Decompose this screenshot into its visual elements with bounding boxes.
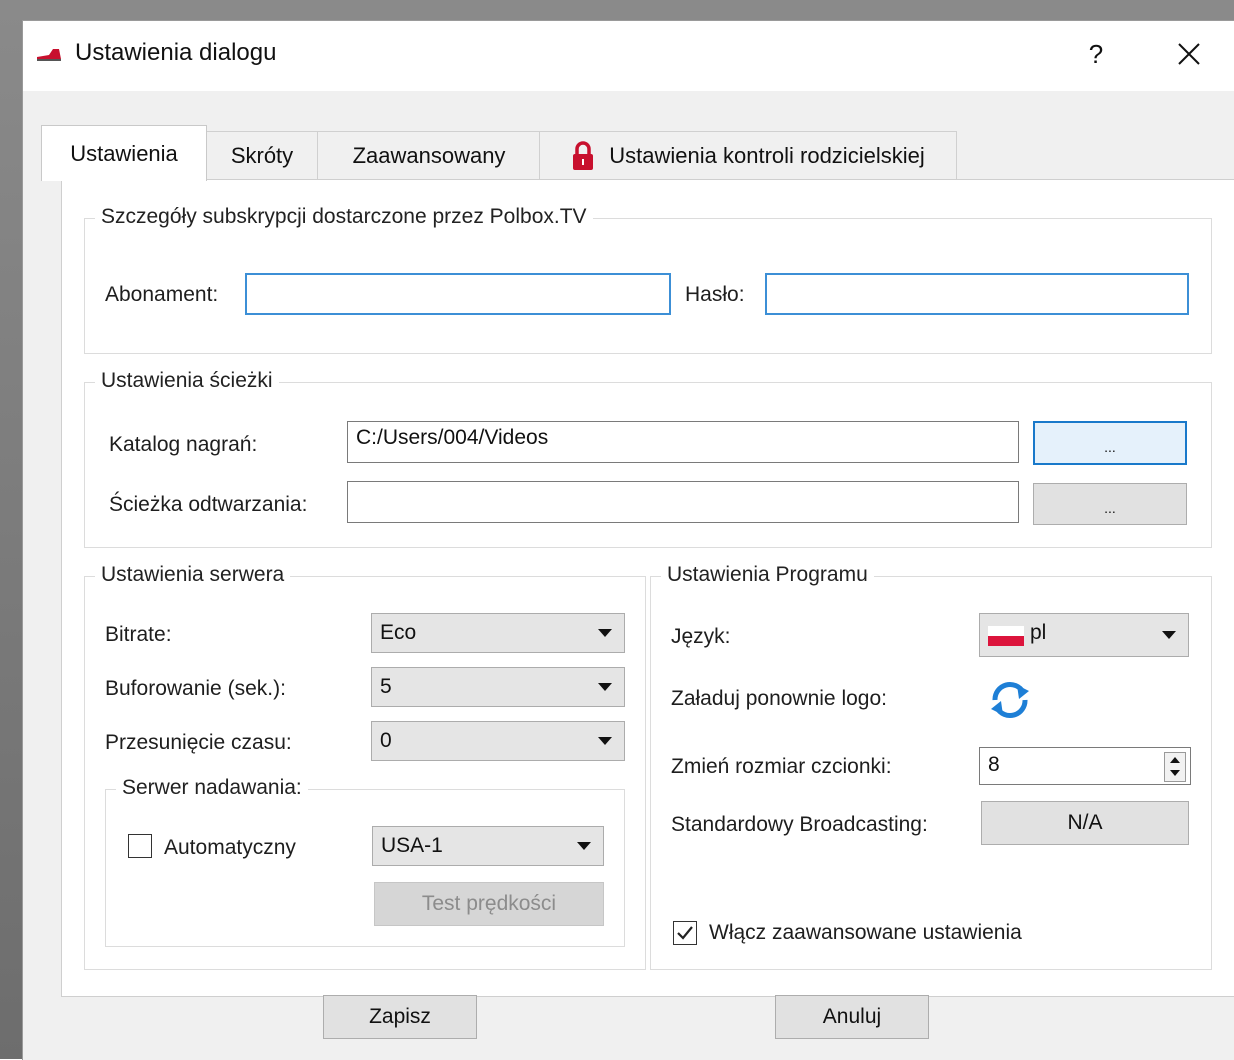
language-select[interactable]: pl [979,613,1189,657]
server-group-title: Ustawienia serwera [95,563,291,587]
bitrate-select[interactable]: Eco [371,613,625,653]
font-size-spinner[interactable] [1164,752,1186,782]
chevron-down-icon [598,683,612,691]
auto-server-label: Automatyczny [164,836,296,859]
tab-label: Zaawansowany [352,143,506,168]
tab-label: Skróty [230,143,294,168]
paths-group: Ustawienia ścieżki Katalog nagrań: C:/Us… [84,369,1212,548]
settings-dialog: Ustawienia dialogu ? Ustawienia Skróty Z… [22,20,1234,1060]
cancel-button[interactable]: Anuluj [775,995,929,1039]
broadcasting-button[interactable]: N/A [981,801,1189,845]
broadcasting-label: Standardowy Broadcasting: [671,813,928,836]
help-button[interactable]: ? [1071,31,1121,77]
buffer-value: 5 [380,675,392,698]
haslo-label: Hasło: [685,283,745,306]
font-size-input[interactable]: 8 [979,747,1191,785]
spin-up-icon[interactable] [1170,757,1180,763]
playback-browse-button[interactable]: ... [1033,483,1187,525]
reload-icon[interactable] [985,677,1035,723]
chevron-down-icon [598,737,612,745]
recordings-label: Katalog nagrań: [109,433,258,456]
recordings-path-input[interactable]: C:/Users/004/Videos [347,421,1019,463]
close-icon [1178,43,1200,65]
save-label: Zapisz [369,1005,431,1028]
subscription-group: Szczegóły subskrypcji dostarczone przez … [84,205,1212,354]
font-size-label: Zmień rozmiar czcionki: [671,755,892,778]
chevron-down-icon [577,842,591,850]
spin-down-icon[interactable] [1170,770,1180,776]
language-label: Język: [671,625,731,648]
paths-group-title: Ustawienia ścieżki [95,369,279,393]
program-group-title: Ustawienia Programu [661,563,874,587]
font-size-value: 8 [988,753,1000,776]
checkmark-icon [677,926,693,940]
tab-kontrola-rodzicielska[interactable]: Ustawienia kontroli rodzicielskiej [539,131,957,180]
buffer-label: Buforowanie (sek.): [105,677,286,700]
subscription-group-title: Szczegóły subskrypcji dostarczone przez … [95,205,593,229]
tab-skroty[interactable]: Skróty [205,131,319,180]
reload-logo-label: Załaduj ponownie logo: [671,687,887,710]
close-button[interactable] [1163,31,1215,77]
timeshift-select[interactable]: 0 [371,721,625,761]
playback-label: Ścieżka odtwarzania: [109,493,308,516]
broadcast-server-group-title: Serwer nadawania: [116,776,308,800]
polbox-logo-icon [35,43,63,65]
abonament-label: Abonament: [105,283,219,306]
tab-label: Ustawienia [70,140,178,166]
advanced-settings-label: Włącz zaawansowane ustawienia [709,921,1022,944]
recordings-browse-button[interactable]: ... [1033,421,1187,465]
bitrate-value: Eco [380,621,417,644]
save-button[interactable]: Zapisz [323,995,477,1039]
browse-label: ... [1104,500,1116,516]
server-group: Ustawienia serwera Bitrate: Eco Buforowa… [84,563,646,970]
settings-panel: Szczegóły subskrypcji dostarczone przez … [61,179,1234,997]
chevron-down-icon [598,629,612,637]
advanced-settings-checkbox[interactable] [673,921,697,945]
tab-ustawienia[interactable]: Ustawienia [41,125,207,181]
program-group: Ustawienia Programu Język: pl Załaduj po… [650,563,1212,970]
cancel-label: Anuluj [822,1005,882,1028]
speed-test-label: Test prędkości [421,892,557,915]
broadcasting-value: N/A [1067,811,1103,834]
timeshift-value: 0 [380,729,392,752]
timeshift-label: Przesunięcie czasu: [105,731,292,754]
lock-icon [573,141,594,170]
tab-zaawansowany[interactable]: Zaawansowany [317,131,541,180]
server-value: USA-1 [381,834,443,857]
poland-flag-icon [988,626,1024,646]
language-value: pl [1030,621,1047,644]
title-bar: Ustawienia dialogu ? [23,21,1234,91]
chevron-down-icon [1162,631,1176,639]
auto-server-checkbox[interactable] [128,834,152,858]
browse-label: ... [1104,439,1116,455]
speed-test-button[interactable]: Test prędkości [374,882,604,926]
buffer-select[interactable]: 5 [371,667,625,707]
server-select[interactable]: USA-1 [372,826,604,866]
playback-path-input[interactable] [347,481,1019,523]
tab-label: Ustawienia kontroli rodzicielskiej [609,143,925,168]
broadcast-server-group: Serwer nadawania: Automatyczny USA-1 Tes… [105,776,625,947]
dialog-title: Ustawienia dialogu [75,39,277,66]
haslo-input[interactable] [765,273,1189,315]
bitrate-label: Bitrate: [105,623,172,646]
abonament-input[interactable] [245,273,671,315]
